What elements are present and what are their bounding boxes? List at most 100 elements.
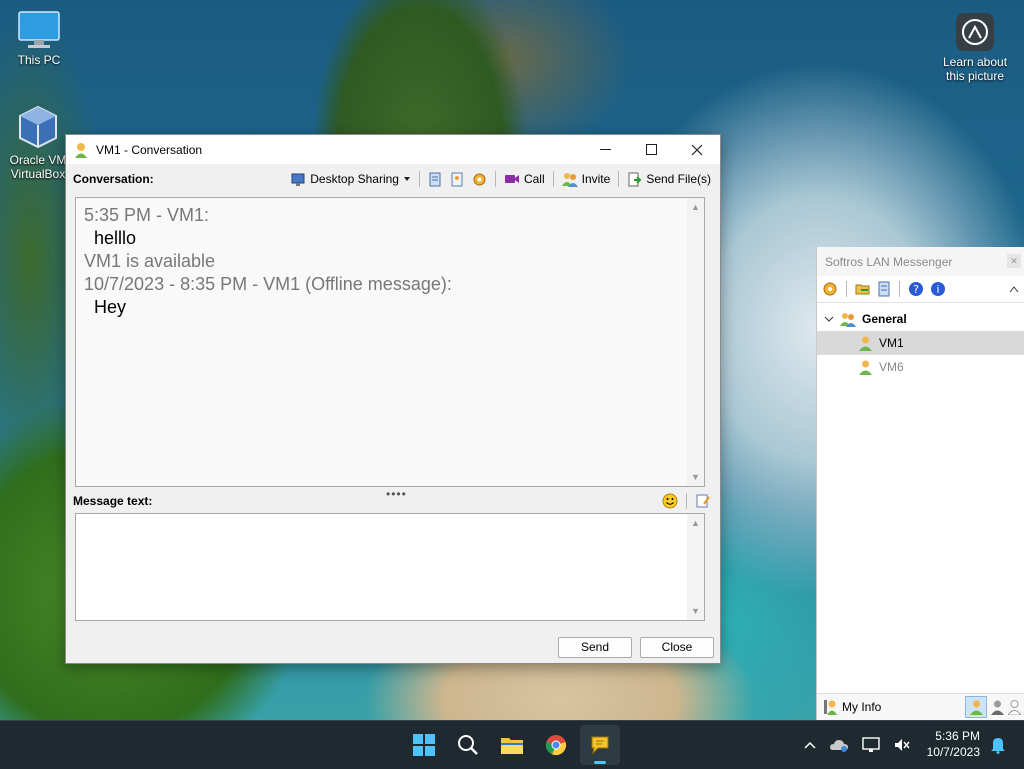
history-meta-line: 10/7/2023 - 8:35 PM - VM1 (Offline messa… (84, 274, 452, 294)
send-files-label: Send File(s) (646, 172, 711, 186)
help-icon[interactable]: ? (908, 281, 924, 297)
scroll-down-arrow-icon[interactable]: ▼ (687, 472, 704, 482)
scroll-up-arrow-icon[interactable]: ▲ (687, 202, 704, 212)
my-info-button[interactable]: My Info (817, 699, 881, 715)
desktop-icon-learn-picture[interactable]: Learn about this picture (940, 12, 1010, 83)
close-window-button[interactable] (674, 135, 720, 164)
network-icon[interactable] (862, 737, 880, 753)
file-explorer-button[interactable] (492, 725, 532, 765)
my-info-icon (824, 700, 837, 715)
clock-time: 5:36 PM (935, 729, 980, 743)
maximize-icon (645, 144, 657, 155)
active-indicator (594, 761, 606, 764)
chevron-up-icon[interactable] (804, 741, 816, 749)
scroll-up-arrow-icon[interactable]: ▲ (687, 518, 704, 528)
toolbar-separator (418, 171, 420, 187)
bell-icon (991, 738, 1005, 754)
messenger-footer: My Info (817, 693, 1024, 720)
history-meta-line: 5:35 PM - VM1: (84, 205, 210, 225)
desktop-icon-virtualbox[interactable]: Oracle VM VirtualBox (2, 104, 74, 181)
send-files-button[interactable]: Send File(s) (625, 169, 713, 189)
user-online-icon (859, 336, 872, 351)
toolbar-separator (686, 493, 687, 509)
smiley-icon (662, 493, 678, 509)
user-name: VM1 (879, 336, 904, 350)
contact-info-icon (451, 172, 463, 186)
svg-text:i: i (936, 283, 939, 296)
message-input[interactable]: ▲ ▼ (75, 513, 705, 621)
close-icon (691, 144, 703, 155)
user-item-vm6[interactable]: VM6 (817, 355, 1024, 379)
search-button[interactable] (448, 725, 488, 765)
maximize-button[interactable] (628, 135, 674, 164)
invite-label: Invite (581, 172, 611, 186)
chrome-icon (545, 735, 567, 756)
desktop-icon-this-pc[interactable]: This PC (4, 10, 74, 67)
message-input-value (76, 514, 704, 522)
gear-icon[interactable] (822, 281, 838, 297)
onedrive-icon[interactable] (830, 738, 848, 752)
toolbar-separator (846, 281, 847, 297)
emoji-button[interactable] (660, 491, 680, 511)
user-item-vm1[interactable]: VM1 (817, 331, 1024, 355)
history-content: 5:35 PM - VM1: helllo VM1 is available 10/7… (76, 198, 704, 325)
history-meta-line: VM1 is available (84, 251, 216, 271)
message-text-label: Message text: (73, 494, 153, 508)
user-name: VM6 (879, 360, 904, 374)
send-button[interactable]: Send (558, 637, 632, 658)
chevron-down-icon (403, 177, 410, 181)
settings-button[interactable] (470, 169, 489, 189)
message-scrollbar[interactable]: ▲ ▼ (687, 514, 704, 620)
messenger-close-icon[interactable]: ✕ (1007, 254, 1021, 268)
call-label: Call (523, 172, 545, 186)
user-away-icon[interactable] (991, 700, 1004, 715)
learn-picture-icon (956, 13, 994, 51)
user-online-icon (969, 700, 983, 715)
history-scrollbar[interactable]: ▲ ▼ (687, 198, 704, 486)
chat-bubble-icon (591, 736, 609, 755)
messenger-title-bar[interactable]: Softros LAN Messenger ✕ (817, 247, 1024, 276)
chrome-button[interactable] (536, 725, 576, 765)
history-book-icon[interactable] (877, 281, 891, 297)
search-icon (458, 735, 478, 755)
user-offline-icon[interactable] (1008, 699, 1021, 715)
group-users-icon (840, 312, 856, 327)
folder-open-icon[interactable] (855, 281, 871, 297)
taskbar: 5:36 PM 10/7/2023 (0, 720, 1024, 769)
call-button[interactable]: Call (502, 169, 547, 189)
send-file-icon (628, 172, 642, 186)
history-message-text: helllo (94, 228, 137, 248)
conversation-history[interactable]: 5:35 PM - VM1: helllo VM1 is available 10/7… (75, 197, 705, 487)
lan-messenger-taskbar-button[interactable] (580, 725, 620, 765)
minimize-icon (599, 148, 611, 150)
message-toolbar: Message text: (73, 491, 713, 511)
virtualbox-icon (19, 105, 57, 149)
desktop-icon-label: Learn about this picture (942, 55, 1008, 83)
windows-logo-icon (413, 734, 435, 756)
contact-info-button[interactable] (448, 169, 466, 189)
system-tray (804, 721, 910, 769)
desktop-icon-label: Oracle VM VirtualBox (9, 153, 67, 181)
chevron-down-icon[interactable] (824, 315, 834, 323)
toolbar-separator (899, 281, 900, 297)
desktop-sharing-icon (291, 173, 305, 186)
history-message-text: Hey (94, 297, 127, 317)
volume-muted-icon[interactable] (894, 738, 910, 752)
chevron-up-icon[interactable] (1009, 285, 1019, 293)
desktop-sharing-button[interactable]: Desktop Sharing (289, 169, 413, 189)
notifications-button[interactable] (990, 721, 1006, 769)
invite-button[interactable]: Invite (560, 169, 613, 189)
close-button[interactable]: Close (640, 637, 714, 658)
toolbar-separator (494, 171, 496, 187)
start-button[interactable] (404, 725, 444, 765)
title-bar[interactable]: VM1 - Conversation (66, 135, 720, 164)
group-general[interactable]: General (817, 307, 1024, 331)
scroll-down-arrow-icon[interactable]: ▼ (687, 606, 704, 616)
group-name: General (862, 312, 907, 326)
minimize-button[interactable] (582, 135, 628, 164)
info-icon[interactable]: i (930, 281, 946, 297)
status-online-button[interactable] (965, 696, 987, 718)
format-button[interactable] (693, 491, 713, 511)
taskbar-clock[interactable]: 5:36 PM 10/7/2023 (927, 728, 980, 760)
history-button[interactable] (426, 169, 444, 189)
